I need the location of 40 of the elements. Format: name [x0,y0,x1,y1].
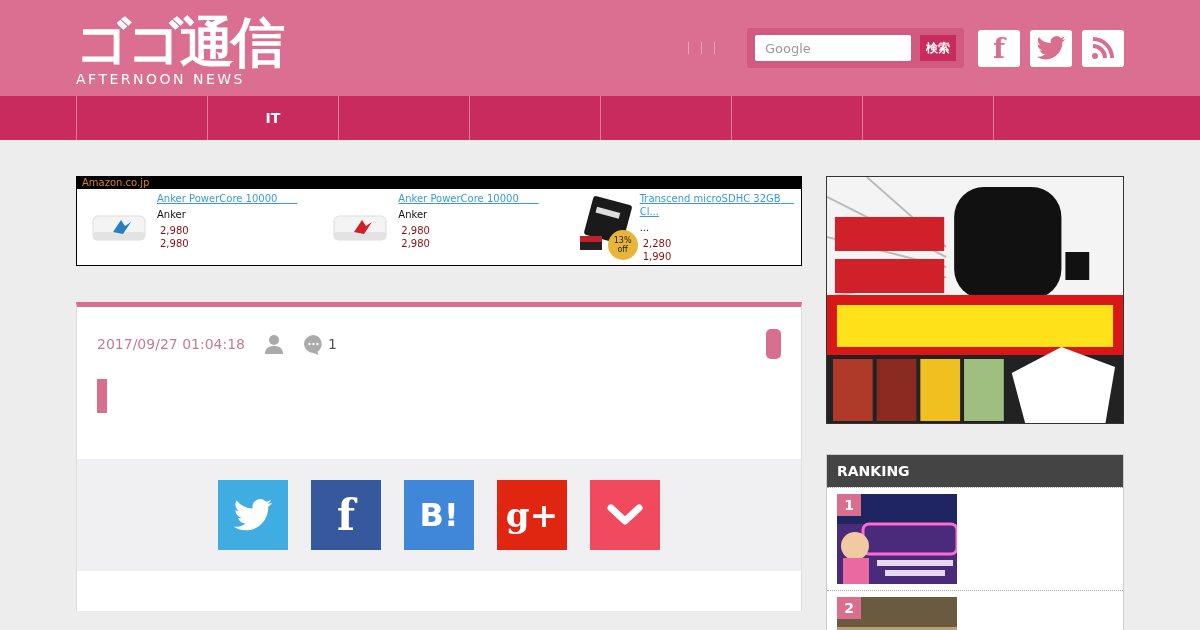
bird-icon [1036,36,1066,60]
product-link[interactable]: Transcend microSDHC 32GB Cl... [639,192,801,218]
product-sale-price: 1,990 [641,250,673,263]
product-link[interactable]: Anker PowerCore 10000 [157,192,298,205]
post-date: 2017/09/27 01:04:18 [97,336,246,352]
comment-icon [303,333,325,355]
product-sale-price: 2,980 [159,237,190,250]
product-price: 2,280 [641,237,673,250]
ranking-title: RANKING [827,455,1123,487]
product-brand: Anker [398,208,429,221]
comment-count: 1 [328,336,337,352]
product-price: 2,980 [159,224,190,237]
site-logo-subtitle: AFTERNOON NEWS [76,71,246,87]
facebook-button[interactable]: f [978,29,1020,67]
product-brand: Anker [157,208,187,221]
product-price: 2,980 [400,224,431,237]
site-logo-title[interactable]: ゴゴ通信 [76,15,282,71]
rank-number: 1 [837,494,861,516]
search-button[interactable]: 検索 [920,35,956,61]
facebook-share-button[interactable]: f [311,480,381,550]
rss-icon [1091,36,1115,60]
rss-button[interactable] [1082,29,1124,67]
twitter-button[interactable] [1030,29,1072,67]
widget-label: Amazon.co.jp [77,177,801,189]
discount-badge: 13% off [607,230,638,260]
google-share-button[interactable]: g+ [497,480,567,550]
user-icon [265,334,284,354]
chevron-icon [606,503,644,527]
pocket-share-button[interactable] [590,480,660,550]
category-tag [766,329,781,359]
nav-link[interactable]: IT [265,110,281,126]
bird-icon [233,499,273,531]
twitter-share-button[interactable] [218,480,288,550]
hatena-share-button[interactable]: B! [404,480,474,550]
rank-number: 2 [837,597,861,619]
product-sale-price: 2,980 [400,237,431,250]
product-brand: ... [639,221,651,234]
search-field[interactable]: Google [755,35,911,61]
title-marker [97,379,107,413]
product-link[interactable]: Anker PowerCore 10000 [398,192,539,205]
